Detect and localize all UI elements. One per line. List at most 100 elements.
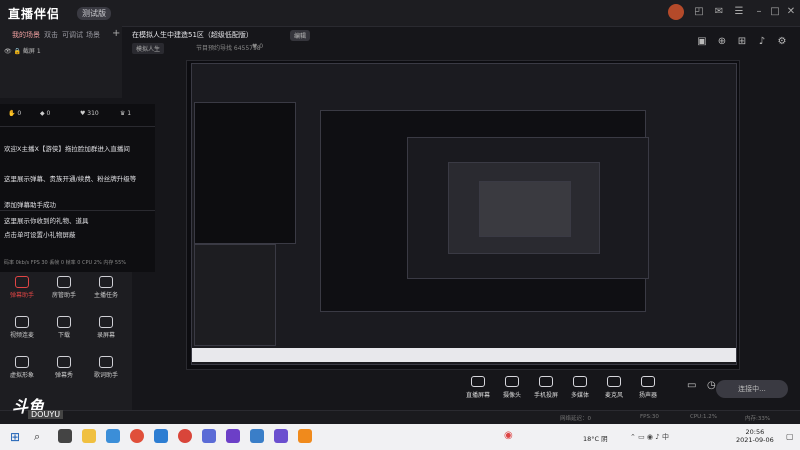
like-count-value: 0 <box>259 43 264 50</box>
taskview-icon[interactable] <box>58 429 72 443</box>
tab-debug[interactable]: 可调试 <box>62 30 83 40</box>
version-badge: 测试版 <box>77 7 111 20</box>
clock-date: 2021-09-06 <box>736 436 774 444</box>
tool-lyric[interactable]: 歌词助手 <box>86 354 126 386</box>
gift-line: 这里展示你收到的礼物、道具 <box>4 217 89 225</box>
user-avatar[interactable] <box>668 4 684 20</box>
control-bar: 直播屏幕 摄像头 手机投屏 多媒体 麦克风 扬声器 ▭ ◷ ⚙ <box>135 372 800 408</box>
edge-icon[interactable] <box>106 429 120 443</box>
show-icon <box>57 356 71 368</box>
download-icon <box>57 316 71 328</box>
speaker-icon <box>641 376 655 387</box>
room-category[interactable]: 模拟人生 <box>132 43 165 54</box>
lyric-icon <box>99 356 113 368</box>
scene-panel: 我的场景 双击 可调试 场景 + 👁 🔒 截屏 1 <box>0 26 122 98</box>
nested-preview <box>320 110 649 312</box>
nested-taskbar <box>192 348 736 362</box>
chrome-icon[interactable] <box>130 429 144 443</box>
explorer-icon[interactable] <box>82 429 96 443</box>
share-icon[interactable]: ⊕ <box>716 36 728 48</box>
windows-start-icon[interactable]: ⊞ <box>10 430 20 444</box>
app-icon[interactable] <box>154 429 168 443</box>
layout-icon[interactable]: ▣ <box>696 36 708 48</box>
tools-panel: 弹幕助手 房管助手 主播任务 视频连麦 下载 录屏幕 虚拟形象 弹幕秀 歌词助手 <box>0 272 132 412</box>
status-cpu: CPU:1.2% <box>690 414 718 420</box>
divider <box>0 210 155 211</box>
tool-label: 房管助手 <box>51 292 76 299</box>
stat-crown-value: 1 <box>127 110 132 117</box>
admin-icon <box>57 276 71 288</box>
tab-double[interactable]: 双击 <box>44 30 58 40</box>
message-icon[interactable]: ✉ <box>712 5 726 19</box>
camera-icon <box>505 376 519 387</box>
stat-gift-value: 0 <box>46 110 51 117</box>
avatar-icon <box>15 356 29 368</box>
tool-show[interactable]: 弹幕秀 <box>44 354 84 386</box>
timer-icon[interactable]: ◷ <box>707 380 716 391</box>
config-icon[interactable]: ⚙ <box>776 36 788 48</box>
tool-record[interactable]: 录屏幕 <box>86 314 126 346</box>
tool-label: 主播任务 <box>93 292 118 299</box>
record-icon[interactable]: ⊞ <box>736 36 748 48</box>
tab-my-scenes[interactable]: 我的场景 <box>12 30 40 40</box>
skin-icon[interactable]: ◰ <box>692 5 706 19</box>
tray-icons[interactable]: ⌃ ▭ ◉ ♪ 中 <box>630 432 669 442</box>
room-title: 在模拟人生中建造51区（超级低配版） <box>132 31 253 39</box>
gift-line: 点击单可设置小礼物屏蔽 <box>4 231 76 239</box>
phone-icon <box>539 376 553 387</box>
edit-title-button[interactable]: 编辑 <box>290 30 311 41</box>
tool-admin[interactable]: 房管助手 <box>44 274 84 306</box>
tool-danmaku[interactable]: 弹幕助手 <box>2 274 42 306</box>
add-scene-icon[interactable]: + <box>112 28 120 39</box>
speaker-button[interactable]: 扬声器 <box>627 376 669 399</box>
weather[interactable]: 18°C 阴 <box>583 433 608 443</box>
nested-preview-3 <box>448 162 600 254</box>
scene-item[interactable]: 👁 🔒 截屏 1 <box>4 46 41 55</box>
task-icon <box>99 276 113 288</box>
settings-icon[interactable]: ☰ <box>732 5 746 19</box>
tool-task[interactable]: 主播任务 <box>86 274 126 306</box>
nested-chat <box>194 102 296 244</box>
status-network: 网络延迟：0 <box>560 416 591 422</box>
tab-scene[interactable]: 场景 <box>86 30 100 40</box>
record-icon <box>99 316 113 328</box>
app-logo: 直播伴侣 <box>8 7 61 21</box>
close-icon[interactable]: ✕ <box>784 5 798 19</box>
chrome2-icon[interactable] <box>178 429 192 443</box>
maximize-icon[interactable]: □ <box>768 5 782 19</box>
minimize-icon[interactable]: – <box>752 5 766 19</box>
status-fps: FPS:30 <box>640 414 659 420</box>
chat-line: 欢迎X主播X【游侠】拖拉脸加群进入直播间 <box>4 145 130 153</box>
tool-link[interactable]: 视频连麦 <box>2 314 42 346</box>
notification-icon[interactable]: ▢ <box>786 432 794 441</box>
live-app-icon[interactable] <box>298 429 312 443</box>
nested-preview-2 <box>407 137 649 279</box>
nested-preview-4 <box>479 181 571 237</box>
search-icon[interactable]: ⌕ <box>34 430 40 444</box>
clock[interactable]: 20:56 2021-09-06 <box>736 428 774 444</box>
tool-avatar[interactable]: 虚拟形象 <box>2 354 42 386</box>
stat-heart-value: 310 <box>87 110 99 117</box>
app2-icon[interactable] <box>202 429 216 443</box>
divider <box>0 126 155 127</box>
nested-screen <box>191 63 737 365</box>
bell-icon[interactable]: ♪ <box>756 36 768 48</box>
tool-label: 歌词助手 <box>93 372 118 379</box>
app3-icon[interactable] <box>250 429 264 443</box>
tool-label: 下载 <box>57 332 70 339</box>
status-bar: 网络延迟：0 FPS:30 CPU:1.2% 内存:33% <box>0 410 800 425</box>
stat-gift: ◆ 0 <box>40 110 51 117</box>
start-live-button[interactable]: 连接中... <box>716 380 788 398</box>
scene-item-label: 截屏 1 <box>22 48 41 55</box>
video-icon[interactable]: ▭ <box>687 380 696 391</box>
douyu-watermark-sub: DOUYU <box>28 410 64 419</box>
nested-tools <box>194 244 276 346</box>
teams-icon[interactable] <box>274 429 288 443</box>
vs-icon[interactable] <box>226 429 240 443</box>
title-bar: 直播伴侣 测试版 ◰ ✉ ☰ – □ ✕ <box>0 0 800 27</box>
tool-download[interactable]: 下载 <box>44 314 84 346</box>
mic-icon <box>607 376 621 387</box>
stream-preview[interactable] <box>186 60 740 370</box>
chat-panel: ✋ 0 ◆ 0 ♥ 310 ♛ 1 欢迎X主播X【游侠】拖拉脸加群进入直播间 这… <box>0 104 155 272</box>
tray-app-icon[interactable]: ◉ <box>504 430 513 441</box>
